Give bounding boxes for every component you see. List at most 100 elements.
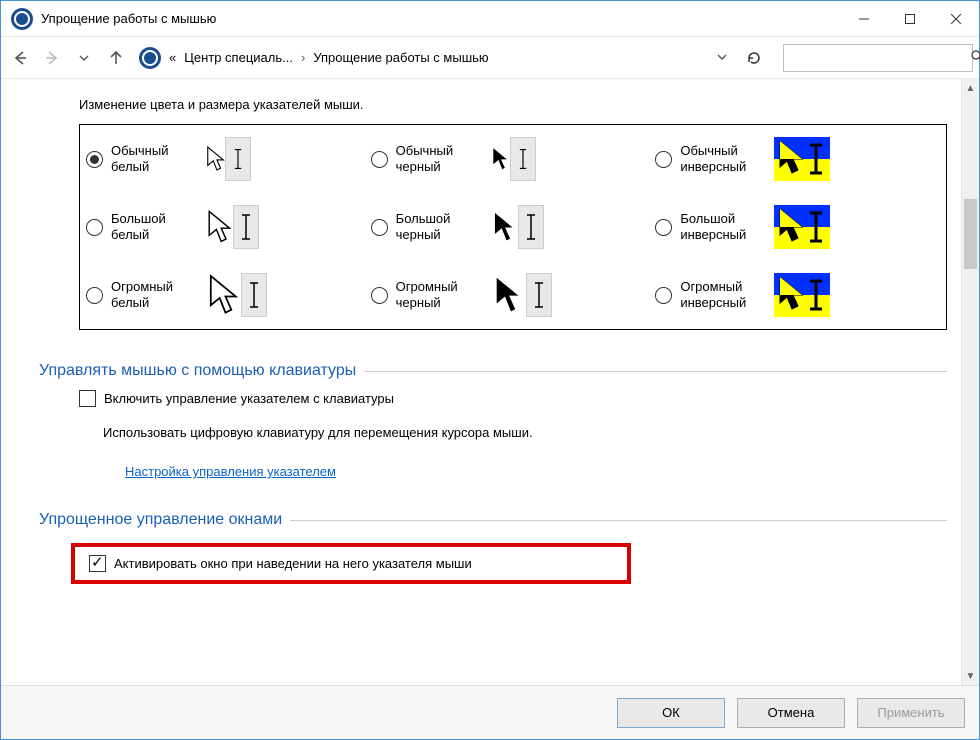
pointer-radio[interactable]	[655, 287, 672, 304]
pointer-radio[interactable]	[86, 151, 103, 168]
pointer-radio[interactable]	[371, 219, 388, 236]
chevron-right-icon: ›	[297, 50, 309, 65]
pointer-radio[interactable]	[655, 219, 672, 236]
activate-on-hover-label: Активировать окно при наведении на него …	[114, 556, 472, 571]
pointer-radio[interactable]	[655, 151, 672, 168]
pointer-label: Обычный черный	[396, 143, 482, 176]
scroll-down-icon[interactable]: ▼	[962, 667, 979, 685]
pointer-label: Обычный белый	[111, 143, 197, 176]
pointer-preview	[490, 273, 552, 317]
maximize-icon	[904, 13, 916, 25]
pointer-preview-inverse-icon	[774, 273, 830, 317]
pointer-option[interactable]: Большой черный	[371, 205, 656, 249]
pointer-preview-arrow-icon	[205, 209, 235, 245]
pointer-preview-inverse-icon	[774, 205, 830, 249]
pointer-preview	[774, 205, 830, 249]
arrow-up-icon	[107, 49, 125, 67]
pointer-preview	[774, 137, 830, 181]
window-title: Упрощение работы с мышью	[41, 11, 841, 26]
vertical-scrollbar[interactable]: ▲ ▼	[961, 79, 979, 685]
pointer-preview-arrow-icon	[490, 209, 520, 245]
ok-button[interactable]: ОК	[617, 698, 725, 728]
titlebar: Упрощение работы с мышью	[1, 1, 979, 37]
keyboard-control-checkbox[interactable]	[79, 390, 96, 407]
arrow-left-icon	[11, 49, 29, 67]
scroll-up-icon[interactable]: ▲	[962, 79, 979, 97]
pointer-scheme-grid: Обычный белый Обычный черный Обычный инв…	[79, 124, 947, 330]
pointer-radio[interactable]	[371, 287, 388, 304]
recent-button[interactable]	[71, 45, 97, 71]
section-heading-windows-label: Упрощенное управление окнами	[39, 511, 282, 529]
pointer-option[interactable]: Огромный инверсный	[655, 273, 940, 317]
minimize-button[interactable]	[841, 1, 887, 37]
back-button[interactable]	[7, 45, 33, 71]
breadcrumb-item-1[interactable]: Центр специаль...	[180, 50, 297, 65]
pointer-preview-ibeam-icon	[525, 212, 537, 242]
pointer-preview-ibeam-icon	[240, 212, 252, 242]
breadcrumb-item-2[interactable]: Упрощение работы с мышью	[309, 50, 492, 65]
scroll-thumb[interactable]	[964, 199, 977, 269]
divider	[290, 520, 947, 521]
pointer-preview-ibeam-icon	[232, 148, 244, 170]
breadcrumb[interactable]: « Центр специаль... › Упрощение работы с…	[135, 47, 493, 69]
chevron-down-icon	[79, 53, 89, 63]
search-box[interactable]	[783, 44, 973, 72]
pointer-preview	[205, 137, 251, 181]
pointer-radio[interactable]	[86, 219, 103, 236]
address-dropdown[interactable]	[711, 50, 733, 65]
up-button[interactable]	[103, 45, 129, 71]
divider	[364, 371, 947, 372]
pointer-label: Большой черный	[396, 211, 482, 244]
pointer-preview-ibeam-icon	[248, 276, 260, 314]
cancel-button[interactable]: Отмена	[737, 698, 845, 728]
pointer-option[interactable]: Обычный черный	[371, 137, 656, 181]
keyboard-control-description: Использовать цифровую клавиатуру для пер…	[103, 425, 947, 440]
search-icon[interactable]	[970, 49, 980, 66]
apply-button[interactable]: Применить	[857, 698, 965, 728]
content-area: Указатели мыши Изменение цвета и размера…	[1, 79, 979, 685]
pointer-label: Большой белый	[111, 211, 197, 244]
pointer-preview-arrow-icon	[490, 145, 512, 173]
pointer-preview-arrow-icon	[490, 273, 528, 317]
pointer-option[interactable]: Обычный инверсный	[655, 137, 940, 181]
pointer-label: Большой инверсный	[680, 211, 766, 244]
pointer-preview-ibeam-icon	[517, 148, 529, 170]
toolbar: « Центр специаль... › Упрощение работы с…	[1, 37, 979, 79]
pointer-preview-arrow-icon	[205, 273, 243, 317]
pointer-preview-inverse-icon	[774, 137, 830, 181]
pointer-preview	[490, 137, 536, 181]
pointer-preview	[205, 273, 267, 317]
close-button[interactable]	[933, 1, 979, 37]
window: Упрощение работы с мышью « Центр специал…	[0, 0, 980, 740]
section-heading-keyboard-label: Управлять мышью с помощью клавиатуры	[39, 362, 356, 380]
pointer-preview-ibeam-icon	[533, 276, 545, 314]
pointers-description: Изменение цвета и размера указателей мыш…	[79, 97, 947, 112]
pointer-option[interactable]: Большой белый	[86, 205, 371, 249]
search-input[interactable]	[790, 49, 970, 66]
refresh-icon	[746, 50, 762, 66]
keyboard-control-row[interactable]: Включить управление указателем с клавиат…	[79, 390, 947, 407]
pointer-option[interactable]: Огромный черный	[371, 273, 656, 317]
pointer-label: Огромный черный	[396, 279, 482, 312]
pointer-label: Обычный инверсный	[680, 143, 766, 176]
pointer-option[interactable]: Обычный белый	[86, 137, 371, 181]
minimize-icon	[858, 13, 870, 25]
pointer-radio[interactable]	[371, 151, 388, 168]
forward-button[interactable]	[39, 45, 65, 71]
pointer-label: Огромный инверсный	[680, 279, 766, 312]
app-icon	[11, 8, 33, 30]
refresh-button[interactable]	[739, 45, 769, 71]
pointer-option[interactable]: Большой инверсный	[655, 205, 940, 249]
breadcrumb-root-glyph: «	[165, 50, 180, 65]
pointer-preview-arrow-icon	[205, 145, 227, 173]
pointer-radio[interactable]	[86, 287, 103, 304]
activate-on-hover-checkbox[interactable]	[89, 555, 106, 572]
pointer-option[interactable]: Огромный белый	[86, 273, 371, 317]
close-icon	[950, 13, 962, 25]
breadcrumb-root-icon	[139, 47, 161, 69]
maximize-button[interactable]	[887, 1, 933, 37]
pointer-settings-link[interactable]: Настройка управления указателем	[125, 464, 336, 479]
pointer-preview	[774, 273, 830, 317]
highlighted-option: Активировать окно при наведении на него …	[71, 543, 631, 584]
arrow-right-icon	[43, 49, 61, 67]
